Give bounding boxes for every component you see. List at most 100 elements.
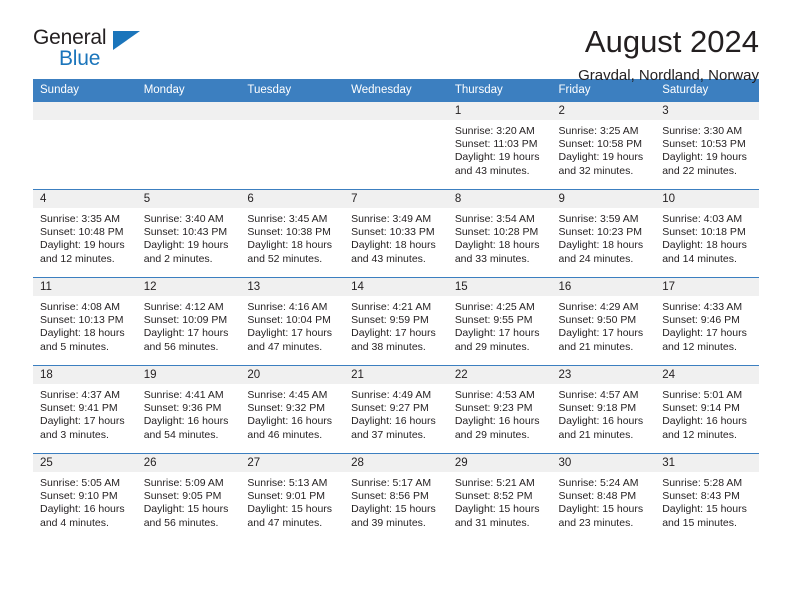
page-subtitle: Gravdal, Nordland, Norway [578,67,759,84]
day-detail-line: and 2 minutes. [143,252,213,265]
day-details: Sunrise: 3:49 AM Sunset: 10:33 PM Daylight… [344,208,448,266]
day-number: 23 [551,366,656,384]
day-detail-line: Sunset: 10:04 PM [247,314,331,327]
day-detail-line: Daylight: 17 hours [351,327,436,340]
calendar-day-cell[interactable]: 13 Sunrise: 4:16 AM Sunset: 10:04 PM Daylig… [240,277,345,366]
day-detail-line: Sunrise: 5:13 AM [247,477,328,489]
day-detail-line: Sunrise: 4:08 AM [40,301,120,313]
calendar-week-row: 4 Sunrise: 3:35 AM Sunset: 10:48 PM Dayligh… [33,189,759,278]
day-number: 7 [344,190,448,208]
day-detail-line: Sunrise: 3:30 AM [662,125,743,137]
day-detail-line: and 38 minutes. [351,340,426,353]
calendar-day-cell[interactable]: 3 Sunrise: 3:30 AM Sunset: 10:53 PM Dayligh… [655,101,759,190]
calendar-day-cell[interactable]: 21 Sunrise: 4:49 AM Sunset: 9:27 PM Dayligh… [344,365,448,454]
day-detail-line: Sunset: 9:55 PM [454,314,533,327]
calendar-day-cell[interactable]: 8 Sunrise: 3:54 AM Sunset: 10:28 PM Dayligh… [447,189,552,278]
title-block: August 2024 Gravdal, Nordland, Norway [578,26,759,83]
calendar-day-cell[interactable]: 12 Sunrise: 4:12 AM Sunset: 10:09 PM Daylig… [136,277,241,366]
weekday-header-wednesday: Wednesday [344,79,448,102]
calendar-day-cell[interactable]: 30 Sunrise: 5:24 AM Sunset: 8:48 PM Dayligh… [551,453,656,542]
day-detail-line: Sunrise: 4:57 AM [558,389,639,401]
day-number: 4 [33,190,137,208]
calendar-day-cell[interactable]: 25 Sunrise: 5:05 AM Sunset: 9:10 PM Dayligh… [33,453,137,542]
day-details: Sunrise: 4:33 AM Sunset: 9:46 PM Daylight:… [655,296,759,354]
triangle-icon [113,31,140,50]
calendar-day-cell[interactable]: 2 Sunrise: 3:25 AM Sunset: 10:58 PM Dayligh… [551,101,656,190]
day-detail-line: Sunrise: 4:33 AM [662,301,743,313]
day-detail-line: Daylight: 16 hours [40,503,125,516]
day-details: Sunrise: 3:54 AM Sunset: 10:28 PM Daylight… [448,208,552,266]
day-detail-line: and 12 minutes. [662,428,737,441]
day-detail-line: and 33 minutes. [454,252,530,265]
day-detail-line: Sunset: 10:13 PM [40,314,124,327]
calendar-day-cell[interactable]: 5 Sunrise: 3:40 AM Sunset: 10:43 PM Dayligh… [136,189,241,278]
day-detail-line: Sunset: 10:33 PM [351,226,435,239]
day-number: 1 [447,102,552,120]
day-detail-line: Sunrise: 4:29 AM [558,301,639,313]
calendar-day-cell[interactable]: 9 Sunrise: 3:59 AM Sunset: 10:23 PM Dayligh… [551,189,656,278]
day-number [240,102,345,120]
day-detail-line: Sunset: 8:52 PM [454,490,533,503]
calendar-day-cell[interactable]: 22 Sunrise: 4:53 AM Sunset: 9:23 PM Dayligh… [447,365,552,454]
day-number: 31 [655,454,759,472]
calendar-day-cell[interactable]: 11 Sunrise: 4:08 AM Sunset: 10:13 PM Daylig… [33,277,137,366]
day-detail-line: Daylight: 17 hours [662,327,747,340]
day-number: 2 [551,102,656,120]
day-details: Sunrise: 3:40 AM Sunset: 10:43 PM Daylight… [137,208,241,266]
day-detail-line: Sunrise: 4:37 AM [40,389,120,401]
day-detail-line: Sunset: 10:53 PM [662,138,746,151]
day-detail-line: Daylight: 19 hours [454,151,540,164]
day-detail-line: Sunset: 9:23 PM [454,402,533,415]
calendar-day-cell[interactable]: 27 Sunrise: 5:13 AM Sunset: 9:01 PM Dayligh… [240,453,345,542]
calendar-week-row: 25 Sunrise: 5:05 AM Sunset: 9:10 PM Dayligh… [33,453,759,542]
calendar-day-cell[interactable]: 6 Sunrise: 3:45 AM Sunset: 10:38 PM Dayligh… [240,189,345,278]
day-details: Sunrise: 5:13 AM Sunset: 9:01 PM Daylight:… [240,472,344,530]
calendar-day-cell[interactable]: 23 Sunrise: 4:57 AM Sunset: 9:18 PM Dayligh… [551,365,656,454]
day-number: 30 [551,454,656,472]
day-detail-line: Sunrise: 5:21 AM [454,477,535,489]
day-detail-line: Sunset: 9:41 PM [40,402,118,415]
day-detail-line: and 3 minutes. [40,428,109,441]
day-details: Sunrise: 3:25 AM Sunset: 10:58 PM Daylight… [552,120,656,178]
calendar-day-cell[interactable]: 26 Sunrise: 5:09 AM Sunset: 9:05 PM Dayligh… [136,453,241,542]
calendar-day-cell[interactable]: 19 Sunrise: 4:41 AM Sunset: 9:36 PM Dayligh… [136,365,241,454]
calendar-day-cell[interactable]: 16 Sunrise: 4:29 AM Sunset: 9:50 PM Dayligh… [551,277,656,366]
day-details: Sunrise: 4:41 AM Sunset: 9:36 PM Daylight:… [137,384,241,442]
calendar-day-cell[interactable]: 7 Sunrise: 3:49 AM Sunset: 10:33 PM Dayligh… [344,189,448,278]
day-detail-line: Daylight: 16 hours [454,415,540,428]
day-detail-line: Daylight: 17 hours [40,415,125,428]
day-detail-line: and 54 minutes. [143,428,219,441]
day-detail-line: Sunset: 10:38 PM [247,226,331,239]
general-blue-logo[interactable]: General Blue [33,26,141,74]
calendar-day-cell[interactable]: 17 Sunrise: 4:33 AM Sunset: 9:46 PM Dayligh… [655,277,759,366]
day-number: 28 [344,454,448,472]
day-detail-line: Sunset: 8:48 PM [558,490,637,503]
day-detail-line: Daylight: 16 hours [247,415,333,428]
calendar-day-cell[interactable]: 4 Sunrise: 3:35 AM Sunset: 10:48 PM Dayligh… [33,189,137,278]
calendar-day-cell[interactable]: 1 Sunrise: 3:20 AM Sunset: 11:03 PM Dayligh… [447,101,552,190]
day-detail-line: and 56 minutes. [143,516,219,529]
day-details: Sunrise: 4:57 AM Sunset: 9:18 PM Daylight:… [552,384,656,442]
day-detail-line: Sunrise: 3:25 AM [558,125,639,137]
day-details: Sunrise: 4:53 AM Sunset: 9:23 PM Daylight:… [448,384,552,442]
calendar-day-cell[interactable]: 18 Sunrise: 4:37 AM Sunset: 9:41 PM Dayligh… [33,365,137,454]
calendar-day-cell[interactable]: 10 Sunrise: 4:03 AM Sunset: 10:18 PM Daylig… [655,189,759,278]
day-detail-line: Daylight: 15 hours [662,503,747,516]
calendar-day-cell[interactable]: 20 Sunrise: 4:45 AM Sunset: 9:32 PM Dayligh… [240,365,345,454]
day-details: Sunrise: 3:20 AM Sunset: 11:03 PM Daylight… [448,120,552,178]
day-detail-line: Daylight: 18 hours [247,239,333,252]
calendar-day-cell[interactable]: 29 Sunrise: 5:21 AM Sunset: 8:52 PM Dayligh… [447,453,552,542]
calendar-day-cell[interactable]: 24 Sunrise: 5:01 AM Sunset: 9:14 PM Dayligh… [655,365,759,454]
day-detail-line: and 4 minutes. [40,516,109,529]
calendar-day-cell[interactable]: 14 Sunrise: 4:21 AM Sunset: 9:59 PM Dayligh… [344,277,448,366]
day-details: Sunrise: 5:28 AM Sunset: 8:43 PM Daylight:… [655,472,759,530]
day-details: Sunrise: 5:17 AM Sunset: 8:56 PM Daylight:… [344,472,448,530]
day-detail-line: and 37 minutes. [351,428,426,441]
calendar-day-cell[interactable]: 31 Sunrise: 5:28 AM Sunset: 8:43 PM Dayligh… [655,453,759,542]
calendar-day-cell[interactable]: 15 Sunrise: 4:25 AM Sunset: 9:55 PM Dayligh… [447,277,552,366]
day-detail-line: Sunrise: 5:09 AM [143,477,224,489]
calendar-day-cell[interactable]: 28 Sunrise: 5:17 AM Sunset: 8:56 PM Dayligh… [344,453,448,542]
day-detail-line: Sunset: 8:56 PM [351,490,429,503]
day-detail-line: Daylight: 16 hours [351,415,436,428]
day-detail-line: and 47 minutes. [247,516,323,529]
